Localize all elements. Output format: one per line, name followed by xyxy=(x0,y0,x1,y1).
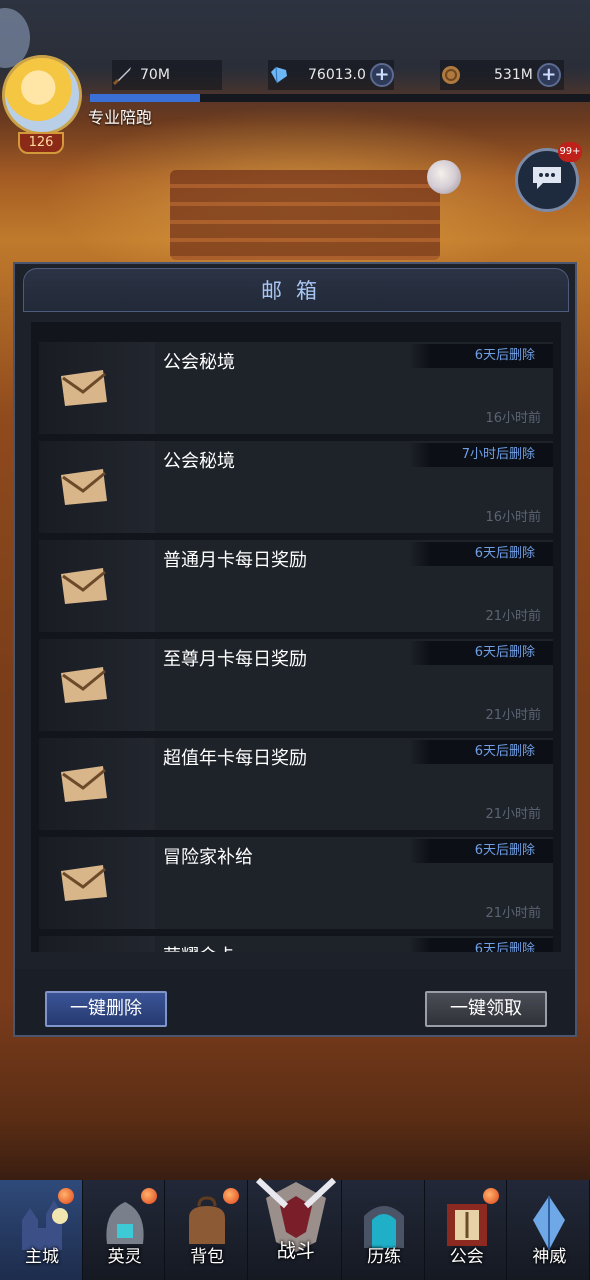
envelope-icon xyxy=(61,568,107,604)
gold-resource: 531M + xyxy=(440,60,564,90)
mail-expire-tag: 6天后删除 xyxy=(409,641,553,665)
mailbox-title: 邮箱 xyxy=(23,268,569,312)
diamond-value: 76013.0 xyxy=(308,67,366,83)
mail-thumb xyxy=(39,639,155,731)
mail-expire-tag: 6天后删除 xyxy=(409,740,553,764)
nav-heroes[interactable]: 英灵 xyxy=(83,1180,166,1280)
nav-label: 公会 xyxy=(449,1247,484,1267)
nav-notification-dot xyxy=(482,1188,499,1204)
mail-time: 21小时前 xyxy=(485,807,541,822)
mail-item[interactable]: 普通月卡每日奖励 6天后删除 21小时前 xyxy=(39,540,553,632)
mail-expire-tag: 7小时后删除 xyxy=(409,443,553,467)
mail-title: 公会秘境 xyxy=(163,451,235,472)
mail-time: 16小时前 xyxy=(485,510,541,525)
player-level-badge: 126 xyxy=(18,132,64,154)
player-name: 专业陪跑 xyxy=(88,108,153,127)
nav-label: 神威 xyxy=(532,1247,567,1267)
gold-value: 531M xyxy=(494,67,533,83)
mail-list[interactable]: 公会秘境 6天后删除 16小时前 公会秘境 7小时后删除 16小时前 普通月卡每… xyxy=(31,322,561,952)
mail-expire-tag: 6天后删除 xyxy=(409,839,553,863)
mail-item[interactable]: 荣耀金卡 6天后删除 xyxy=(39,936,553,952)
mail-item[interactable]: 公会秘境 7小时后删除 16小时前 xyxy=(39,441,553,533)
mail-title: 至尊月卡每日奖励 xyxy=(163,649,307,670)
mailbox-footer: 一键删除 一键领取 xyxy=(15,969,575,1035)
delete-all-button[interactable]: 一键删除 xyxy=(45,991,167,1027)
mail-expire-tag: 6天后删除 xyxy=(409,344,553,368)
mail-title: 公会秘境 xyxy=(163,352,235,373)
mail-time: 21小时前 xyxy=(485,906,541,921)
mail-thumb xyxy=(39,441,155,533)
mail-time: 21小时前 xyxy=(485,708,541,723)
mail-title: 普通月卡每日奖励 xyxy=(163,550,307,571)
envelope-icon xyxy=(61,469,107,505)
nav-label: 英灵 xyxy=(107,1247,142,1267)
floating-orb[interactable] xyxy=(427,160,461,194)
claim-all-button[interactable]: 一键领取 xyxy=(425,991,547,1027)
mail-thumb xyxy=(39,738,155,830)
nav-label: 战斗 xyxy=(276,1240,315,1262)
nav-label: 历练 xyxy=(367,1247,402,1267)
mail-thumb xyxy=(39,936,155,952)
throne-steps-decoration xyxy=(170,170,440,260)
mail-expire-tag: 6天后删除 xyxy=(409,938,553,952)
mail-title: 荣耀金卡 xyxy=(163,942,235,952)
mail-title: 冒险家补给 xyxy=(163,847,253,868)
envelope-icon xyxy=(61,370,107,406)
nav-training[interactable]: 历练 xyxy=(342,1180,425,1280)
mail-time: 21小时前 xyxy=(485,609,541,624)
mail-thumb xyxy=(39,540,155,632)
mail-item[interactable]: 超值年卡每日奖励 6天后删除 21小时前 xyxy=(39,738,553,830)
diamond-icon xyxy=(268,64,290,86)
diamond-resource: 76013.0 + xyxy=(268,60,394,90)
mail-item[interactable]: 至尊月卡每日奖励 6天后删除 21小时前 xyxy=(39,639,553,731)
nav-battle[interactable]: 战斗 xyxy=(248,1177,343,1280)
nav-notification-dot xyxy=(58,1188,74,1204)
mailbox-panel: 邮箱 公会秘境 6天后删除 16小时前 公会秘境 7小时后删除 16小时前 普通… xyxy=(13,262,577,1037)
bottom-nav: 主城 英灵 背包 战斗 历练 公会 神威 xyxy=(0,1177,590,1280)
add-gold-button[interactable]: + xyxy=(536,63,561,87)
envelope-icon xyxy=(61,766,107,802)
mail-item[interactable]: 冒险家补给 6天后删除 21小时前 xyxy=(39,837,553,929)
mail-title: 超值年卡每日奖励 xyxy=(163,748,307,769)
mail-item[interactable]: 公会秘境 6天后删除 16小时前 xyxy=(39,342,553,434)
mail-time: 16小时前 xyxy=(485,411,541,426)
nav-bag[interactable]: 背包 xyxy=(165,1180,248,1280)
nav-notification-dot xyxy=(223,1188,240,1204)
power-resource: 70M xyxy=(112,60,222,90)
power-value: 70M xyxy=(140,67,170,83)
envelope-icon xyxy=(61,667,107,703)
player-avatar[interactable] xyxy=(2,55,82,135)
mail-expire-tag: 6天后删除 xyxy=(409,542,553,566)
nav-label: 背包 xyxy=(190,1247,225,1267)
add-diamond-button[interactable]: + xyxy=(369,63,394,87)
nav-guild[interactable]: 公会 xyxy=(425,1180,508,1280)
coin-icon xyxy=(440,64,462,86)
mail-thumb xyxy=(39,342,155,434)
mail-thumb xyxy=(39,837,155,929)
chat-unread-badge: 99+ xyxy=(558,142,582,162)
exp-bar xyxy=(90,94,590,102)
chat-bubble-icon xyxy=(529,163,565,197)
exp-bar-fill xyxy=(90,94,200,102)
nav-label: 主城 xyxy=(25,1247,59,1267)
sword-icon xyxy=(112,64,134,86)
nav-notification-dot xyxy=(140,1188,157,1204)
nav-main-city[interactable]: 主城 xyxy=(0,1180,83,1280)
nav-divine-power[interactable]: 神威 xyxy=(507,1180,590,1280)
envelope-icon xyxy=(61,865,107,901)
